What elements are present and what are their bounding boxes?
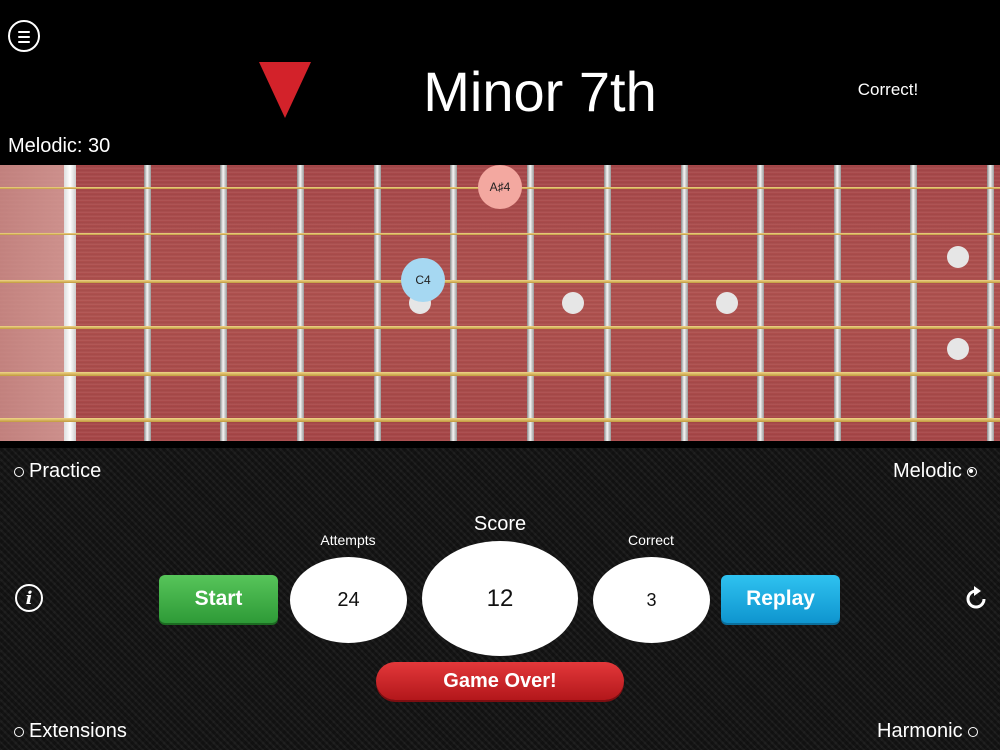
practice-radio-icon <box>14 466 24 477</box>
info-icon[interactable]: i <box>15 584 43 612</box>
game-over-button[interactable]: Game Over! <box>376 662 624 700</box>
fret-11 <box>910 165 917 441</box>
fretboard-nut <box>64 165 76 441</box>
fret-5 <box>450 165 457 441</box>
fret-3 <box>297 165 304 441</box>
menu-icon[interactable] <box>8 20 40 52</box>
melodic-option[interactable]: Melodic <box>893 460 977 483</box>
start-button[interactable]: Start <box>159 575 278 623</box>
string-2 <box>0 233 1000 235</box>
note-marker-a-sharp[interactable]: A♯4 <box>478 165 522 209</box>
fret-9 <box>757 165 764 441</box>
fretboard-open-area <box>0 165 64 441</box>
extensions-radio-icon <box>14 726 24 737</box>
fret-1 <box>144 165 151 441</box>
fret-8 <box>681 165 688 441</box>
score-value: 12 <box>422 541 578 656</box>
note-marker-c[interactable]: C4 <box>401 258 445 302</box>
fret-inlay-dot <box>947 246 969 268</box>
fret-12 <box>987 165 994 441</box>
string-6 <box>0 418 1000 422</box>
fretboard[interactable]: A♯4 C4 <box>0 165 1000 441</box>
feedback-text: Correct! <box>857 80 919 99</box>
extensions-option[interactable]: Extensions <box>14 720 127 743</box>
mode-score: Melodic: 30 <box>8 135 111 157</box>
melodic-radio-icon <box>966 466 977 477</box>
harmonic-option[interactable]: Harmonic <box>877 720 978 743</box>
correct-value: 3 <box>593 557 710 643</box>
fret-inlay-dot <box>716 292 738 314</box>
down-triangle-icon <box>259 62 311 118</box>
score-label: Score <box>473 513 527 535</box>
refresh-icon[interactable] <box>962 585 990 613</box>
fret-4 <box>374 165 381 441</box>
harmonic-label: Harmonic <box>877 720 963 742</box>
string-5 <box>0 372 1000 376</box>
control-panel: Practice Melodic Extensions Harmonic Att… <box>0 448 1000 750</box>
attempts-value: 24 <box>290 557 407 643</box>
attempts-label: Attempts <box>320 532 376 548</box>
header: Minor 7th Correct! Melodic: 30 <box>0 0 1000 165</box>
string-3 <box>0 280 1000 283</box>
fret-2 <box>220 165 227 441</box>
fret-7 <box>604 165 611 441</box>
fret-inlay-dot <box>947 338 969 360</box>
app-root: Minor 7th Correct! Melodic: 30 A♯4 C4 Pr… <box>0 0 1000 750</box>
practice-option[interactable]: Practice <box>14 460 101 483</box>
melodic-label: Melodic <box>893 460 962 482</box>
harmonic-radio-icon <box>967 726 978 737</box>
interval-title: Minor 7th <box>423 60 657 123</box>
practice-label: Practice <box>29 460 102 482</box>
correct-label: Correct <box>628 532 674 548</box>
fret-inlay-dot <box>562 292 584 314</box>
fret-10 <box>834 165 841 441</box>
extensions-label: Extensions <box>29 720 127 742</box>
replay-button[interactable]: Replay <box>721 575 840 623</box>
string-4 <box>0 326 1000 329</box>
fret-6 <box>527 165 534 441</box>
